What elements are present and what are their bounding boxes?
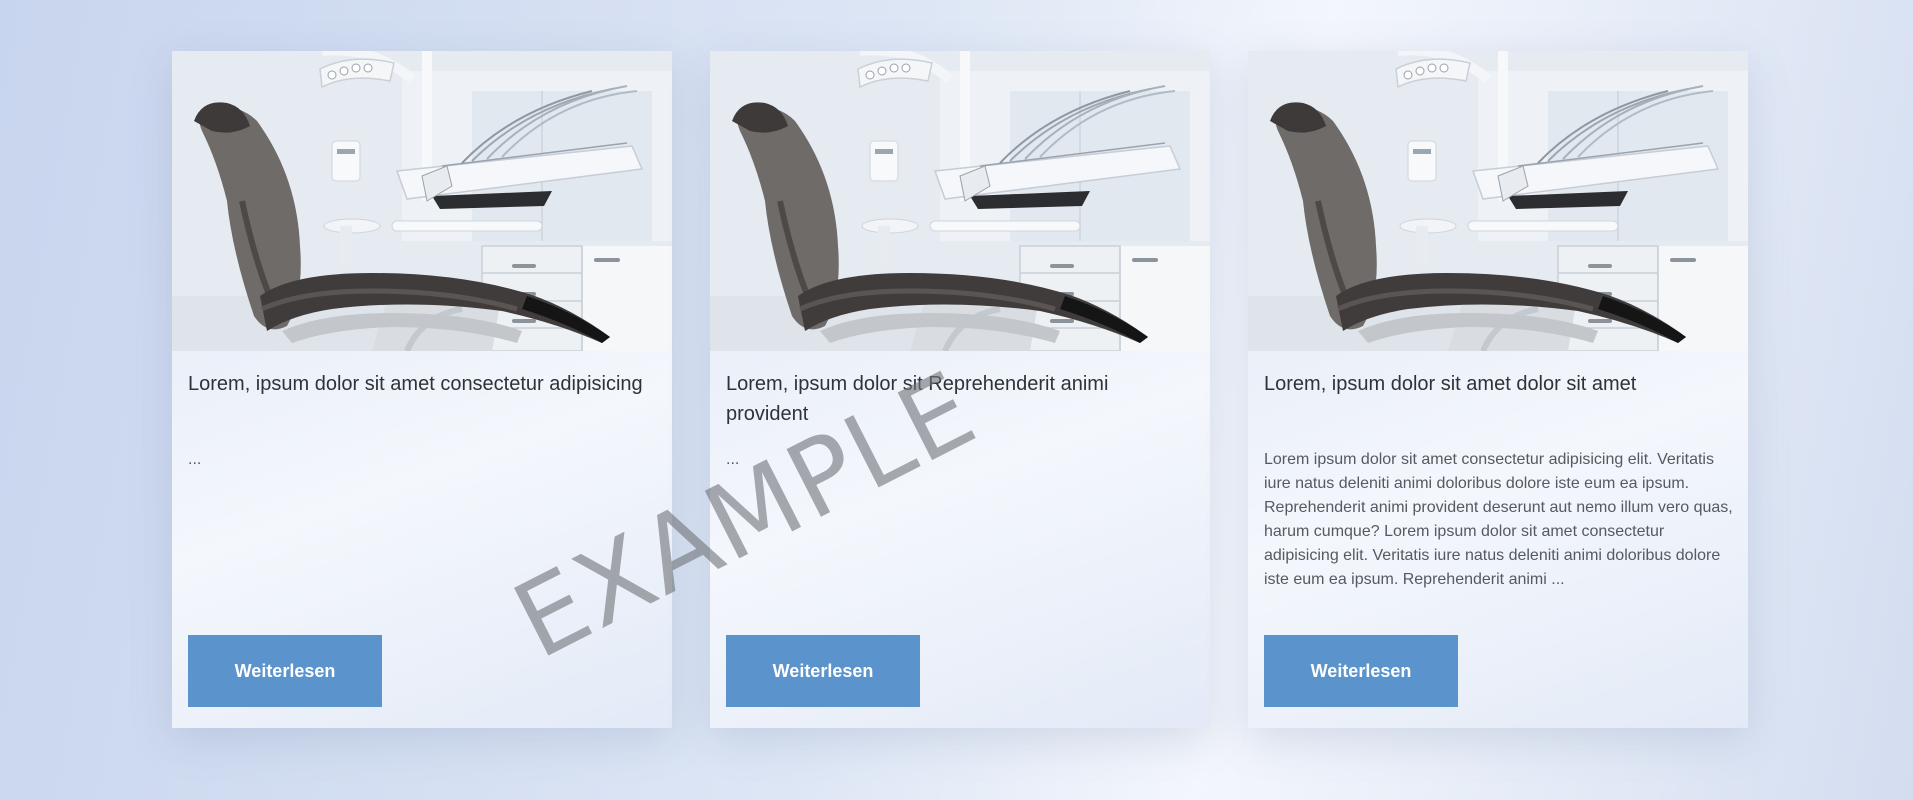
read-more-button[interactable]: Weiterlesen (726, 635, 920, 707)
card-excerpt: ... (726, 451, 740, 468)
dental-chair-image (172, 51, 672, 351)
article-card: Lorem, ipsum dolor sit Reprehenderit ani… (710, 51, 1210, 728)
card-excerpt: ... (188, 451, 202, 468)
article-cards: Lorem, ipsum dolor sit amet consectetur … (172, 51, 1749, 728)
article-card: Lorem, ipsum dolor sit amet consectetur … (172, 51, 672, 728)
card-title: Lorem, ipsum dolor sit Reprehenderit ani… (726, 373, 1109, 425)
dental-chair-photo (172, 51, 672, 351)
read-more-button[interactable]: Weiterlesen (188, 635, 382, 707)
read-more-button[interactable]: Weiterlesen (1264, 635, 1458, 707)
article-card: Lorem, ipsum dolor sit amet dolor sit am… (1248, 51, 1748, 728)
dental-chair-photo (1248, 51, 1748, 351)
dental-chair-image (1248, 51, 1748, 351)
dental-chair-image (710, 51, 1210, 351)
card-excerpt: Lorem ipsum dolor sit amet consectetur a… (1264, 451, 1733, 588)
card-title: Lorem, ipsum dolor sit amet dolor sit am… (1264, 373, 1637, 395)
card-title: Lorem, ipsum dolor sit amet consectetur … (188, 373, 643, 395)
dental-chair-photo (710, 51, 1210, 351)
